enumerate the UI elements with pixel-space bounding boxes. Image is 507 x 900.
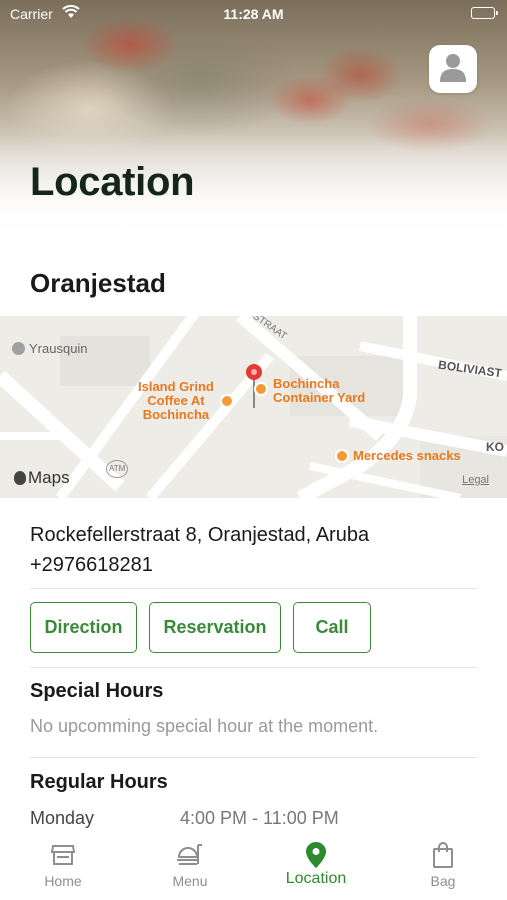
store-icon: [51, 842, 75, 868]
city-title: Oranjestad: [30, 268, 166, 298]
restaurant-icon: [254, 382, 268, 396]
hours-day: Monday: [30, 808, 95, 828]
call-button[interactable]: Call: [293, 602, 371, 653]
tab-bag[interactable]: Bag: [380, 832, 506, 900]
tab-bag-label: Bag: [430, 873, 456, 889]
tab-location[interactable]: Location: [253, 832, 379, 900]
address-block: Rockefellerstraat 8, Oranjestad, Aruba +…: [30, 520, 369, 580]
profile-button[interactable]: [429, 45, 477, 93]
map-poi-mercedes-snacks[interactable]: Mercedes snacks: [353, 449, 461, 463]
regular-hours-title: Regular Hours: [30, 771, 168, 793]
coffee-icon: [220, 394, 234, 408]
tab-home-label: Home: [44, 873, 82, 889]
location-pin-icon: [306, 842, 326, 868]
apple-icon: [14, 471, 26, 485]
divider: [30, 757, 477, 758]
special-hours-title: Special Hours: [30, 680, 164, 702]
address-text: Rockefellerstraat 8, Oranjestad, Aruba: [30, 524, 370, 546]
hours-time: 4:00 PM - 11:00 PM: [180, 808, 339, 828]
special-hours-note: No upcomming special hour at the moment.: [30, 716, 379, 736]
page-title: Location: [30, 160, 195, 204]
restaurant-icon: [335, 449, 349, 463]
tab-bar: Home Menu Location Bag: [0, 832, 507, 900]
reservation-button[interactable]: Reservation: [149, 602, 281, 653]
user-icon: [440, 52, 466, 87]
menu-icon: [176, 842, 204, 868]
direction-button[interactable]: Direction: [30, 602, 137, 653]
tab-menu-label: Menu: [172, 873, 208, 889]
map-poi-bochincha[interactable]: Bochincha Container Yard: [273, 377, 365, 405]
phone-text[interactable]: +2976618281: [30, 550, 369, 580]
bag-icon: [432, 842, 454, 868]
battery-icon: [471, 7, 498, 19]
status-time: 11:28 AM: [223, 6, 284, 22]
header-background-image: [0, 0, 507, 245]
tab-location-label: Location: [285, 870, 347, 887]
tab-menu[interactable]: Menu: [127, 832, 253, 900]
divider: [30, 667, 477, 668]
map-legal-link[interactable]: Legal: [462, 474, 489, 486]
location-map[interactable]: Yrausquin STRAAT BOLIVIAST KO ATM Island…: [0, 316, 507, 498]
map-label-ko: KO: [486, 440, 504, 454]
tab-home[interactable]: Home: [0, 832, 126, 900]
apple-maps-logo: Maps: [14, 468, 70, 488]
map-label-yrausquin: Yrausquin: [12, 342, 88, 356]
status-bar: Carrier 11:28 AM: [0, 0, 507, 28]
divider: [30, 588, 477, 589]
map-poi-island-grind[interactable]: Island Grind Coffee At Bochincha: [138, 380, 214, 422]
